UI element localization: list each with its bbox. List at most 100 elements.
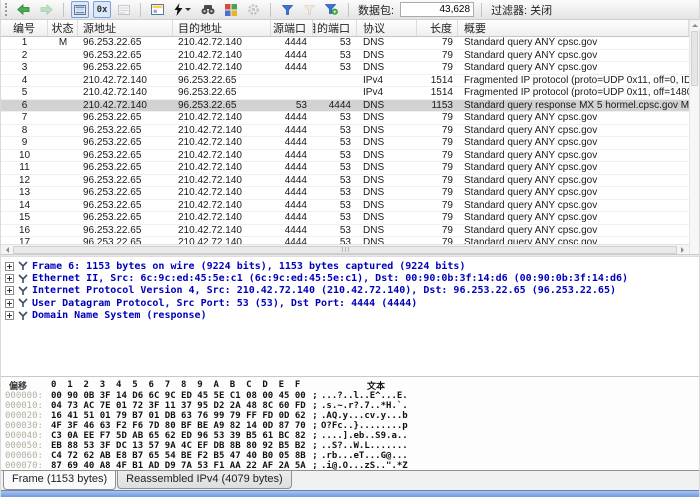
column-header-length[interactable]: 长度 bbox=[417, 20, 458, 36]
column-header-summary[interactable]: 概要 bbox=[458, 20, 689, 36]
cell-dst-port: 4444 bbox=[313, 100, 357, 112]
protocol-detail-tree: Frame 6: 1153 bytes on wire (9224 bits),… bbox=[1, 257, 699, 376]
packet-row[interactable]: 2 96.253.22.65 210.42.72.140 4444 53 DNS… bbox=[1, 50, 689, 63]
cell-length: 79 bbox=[417, 125, 458, 137]
toolbar-grip[interactable] bbox=[5, 3, 8, 16]
packet-row[interactable]: 6 210.42.72.140 96.253.22.65 53 4444 DNS… bbox=[1, 100, 689, 113]
expand-plus-icon[interactable] bbox=[5, 262, 14, 271]
hex-row[interactable]: 000030: 4F 3F 46 63 F2 F6 7D 80 BF BE A9… bbox=[5, 421, 699, 431]
packet-row[interactable]: 12 96.253.22.65 210.42.72.140 4444 53 DN… bbox=[1, 175, 689, 188]
cell-length: 79 bbox=[417, 212, 458, 224]
cell-src-port: 4444 bbox=[271, 50, 313, 62]
packet-row[interactable]: 17 96.253.22.65 210.42.72.140 4444 53 DN… bbox=[1, 237, 689, 244]
bottom-tab[interactable]: Frame (1153 bytes) bbox=[3, 471, 116, 490]
packet-row[interactable]: 15 96.253.22.65 210.42.72.140 4444 53 DN… bbox=[1, 212, 689, 225]
packet-row[interactable]: 1 M 96.253.22.65 210.42.72.140 4444 53 D… bbox=[1, 37, 689, 50]
column-header-protocol[interactable]: 协议 bbox=[357, 20, 417, 36]
vertical-scroll-thumb[interactable] bbox=[691, 31, 698, 86]
packet-row[interactable]: 8 96.253.22.65 210.42.72.140 4444 53 DNS… bbox=[1, 125, 689, 138]
toolbar: 0x 数据包: bbox=[1, 0, 699, 20]
cell-no: 16 bbox=[1, 225, 48, 237]
hex-ascii: .AQ.y...cv.y...b bbox=[321, 411, 431, 421]
hex-separator: ; bbox=[309, 461, 321, 470]
packet-list-toggle-button[interactable] bbox=[71, 1, 89, 18]
window-bottom-frame bbox=[1, 490, 699, 497]
hex-row[interactable]: 000070: 87 69 40 A8 4F B1 AD D9 7A 53 F1… bbox=[5, 461, 699, 470]
bottom-tab[interactable]: Reassembled IPv4 (4079 bytes) bbox=[117, 471, 292, 489]
hex-ascii: .s.~.r?.7..*H.`. bbox=[321, 401, 431, 411]
expand-plus-icon[interactable] bbox=[5, 286, 14, 295]
packet-row[interactable]: 3 96.253.22.65 210.42.72.140 4444 53 DNS… bbox=[1, 62, 689, 75]
scroll-left-button[interactable] bbox=[1, 245, 11, 255]
back-button[interactable] bbox=[14, 1, 33, 18]
packet-count-field[interactable] bbox=[400, 2, 474, 17]
tree-item[interactable]: Ethernet II, Src: 6c:9c:ed:45:5e:c1 (6c:… bbox=[5, 272, 699, 284]
tree-item[interactable]: Frame 6: 1153 bytes on wire (9224 bits),… bbox=[5, 260, 699, 272]
column-header-source[interactable]: 源地址 bbox=[78, 20, 173, 36]
filter-add-button[interactable] bbox=[322, 1, 341, 18]
packet-row[interactable]: 4 210.42.72.140 96.253.22.65 IPv4 1514 F… bbox=[1, 75, 689, 88]
matrix-view-button[interactable] bbox=[222, 1, 240, 18]
hex-row[interactable]: 000050: EB 88 53 3F DC 13 57 9A 4C EF DB… bbox=[5, 441, 699, 451]
horizontal-scrollbar[interactable] bbox=[1, 244, 689, 254]
detail-pane-toggle-button[interactable] bbox=[115, 1, 133, 18]
find-button[interactable] bbox=[198, 1, 218, 18]
hex-separator: ; bbox=[309, 441, 321, 451]
hex-separator: ; bbox=[309, 431, 321, 441]
column-header-no[interactable]: 编号 bbox=[1, 20, 48, 36]
column-header-dest[interactable]: 目的地址 bbox=[173, 20, 271, 36]
toolbar-separator bbox=[270, 3, 271, 17]
vertical-scrollbar[interactable] bbox=[689, 20, 699, 254]
cell-dst-port bbox=[313, 75, 357, 87]
hex-row[interactable]: 000000: 00 90 0B 3F 14 D6 6C 9C ED 45 5E… bbox=[5, 391, 699, 401]
filter-button[interactable] bbox=[278, 1, 296, 18]
column-header-status[interactable]: 状态 bbox=[48, 20, 78, 36]
packet-row[interactable]: 7 96.253.22.65 210.42.72.140 4444 53 DNS… bbox=[1, 112, 689, 125]
expand-plus-icon[interactable] bbox=[5, 299, 14, 308]
hex-offset: 000070: bbox=[5, 461, 51, 470]
cell-source: 96.253.22.65 bbox=[78, 212, 173, 224]
panel-button[interactable] bbox=[148, 1, 167, 18]
cell-src-port bbox=[271, 87, 313, 99]
forward-button[interactable] bbox=[37, 1, 56, 18]
packet-row[interactable]: 16 96.253.22.65 210.42.72.140 4444 53 DN… bbox=[1, 225, 689, 238]
tree-item[interactable]: User Datagram Protocol, Src Port: 53 (53… bbox=[5, 297, 699, 309]
hex-row[interactable]: 000010: 04 73 AC 7E 01 72 3F 11 37 95 D2… bbox=[5, 401, 699, 411]
cell-dest: 210.42.72.140 bbox=[173, 150, 271, 162]
packet-row[interactable]: 10 96.253.22.65 210.42.72.140 4444 53 DN… bbox=[1, 150, 689, 163]
hex-row[interactable]: 000020: 16 41 51 01 79 B7 01 DB 63 76 99… bbox=[5, 411, 699, 421]
cell-src-port: 4444 bbox=[271, 150, 313, 162]
filter-clear-button[interactable] bbox=[300, 1, 318, 18]
settings-button[interactable] bbox=[244, 1, 263, 18]
expand-plus-icon[interactable] bbox=[5, 311, 14, 320]
packet-row[interactable]: 9 96.253.22.65 210.42.72.140 4444 53 DNS… bbox=[1, 137, 689, 150]
tree-item[interactable]: Domain Name System (response) bbox=[5, 310, 699, 322]
scroll-right-button[interactable] bbox=[679, 245, 689, 255]
expand-plus-icon[interactable] bbox=[5, 274, 14, 283]
cell-no: 9 bbox=[1, 137, 48, 149]
cell-no: 6 bbox=[1, 100, 48, 112]
bottom-tab-bar: Frame (1153 bytes)Reassembled IPv4 (4079… bbox=[1, 470, 699, 490]
tree-item[interactable]: Internet Protocol Version 4, Src: 210.42… bbox=[5, 285, 699, 297]
cell-length: 1153 bbox=[417, 100, 458, 112]
cell-summary: Standard query ANY cpsc.gov bbox=[458, 200, 689, 212]
packet-row[interactable]: 14 96.253.22.65 210.42.72.140 4444 53 DN… bbox=[1, 200, 689, 213]
hex-view-toggle-button[interactable]: 0x bbox=[93, 1, 111, 18]
packet-list-pane: 编号 状态 源地址 目的地址 源端口 目的端口 协议 长度 概要 1 M 96.… bbox=[1, 20, 699, 254]
tree-item-label: Ethernet II, Src: 6c:9c:ed:45:5e:c1 (6c:… bbox=[32, 273, 628, 284]
cell-length: 79 bbox=[417, 200, 458, 212]
hex-offset: 000050: bbox=[5, 441, 51, 451]
hex-row[interactable]: 000060: C4 72 62 AB E8 B7 65 54 BE F2 B5… bbox=[5, 451, 699, 461]
column-header-dst-port[interactable]: 目的端口 bbox=[313, 20, 357, 36]
packet-row[interactable]: 13 96.253.22.65 210.42.72.140 4444 53 DN… bbox=[1, 187, 689, 200]
hex-row[interactable]: 000040: C3 0A EE F7 5D AB 65 62 ED 96 53… bbox=[5, 431, 699, 441]
cell-no: 2 bbox=[1, 50, 48, 62]
packet-row[interactable]: 11 96.253.22.65 210.42.72.140 4444 53 DN… bbox=[1, 162, 689, 175]
column-header-src-port[interactable]: 源端口 bbox=[271, 20, 313, 36]
horizontal-scroll-thumb[interactable] bbox=[13, 246, 677, 254]
packet-row[interactable]: 5 210.42.72.140 96.253.22.65 IPv4 1514 F… bbox=[1, 87, 689, 100]
scroll-up-button[interactable] bbox=[690, 20, 700, 30]
cell-protocol: DNS bbox=[357, 237, 417, 244]
auto-capture-button[interactable] bbox=[171, 1, 194, 18]
cell-status bbox=[48, 50, 78, 62]
